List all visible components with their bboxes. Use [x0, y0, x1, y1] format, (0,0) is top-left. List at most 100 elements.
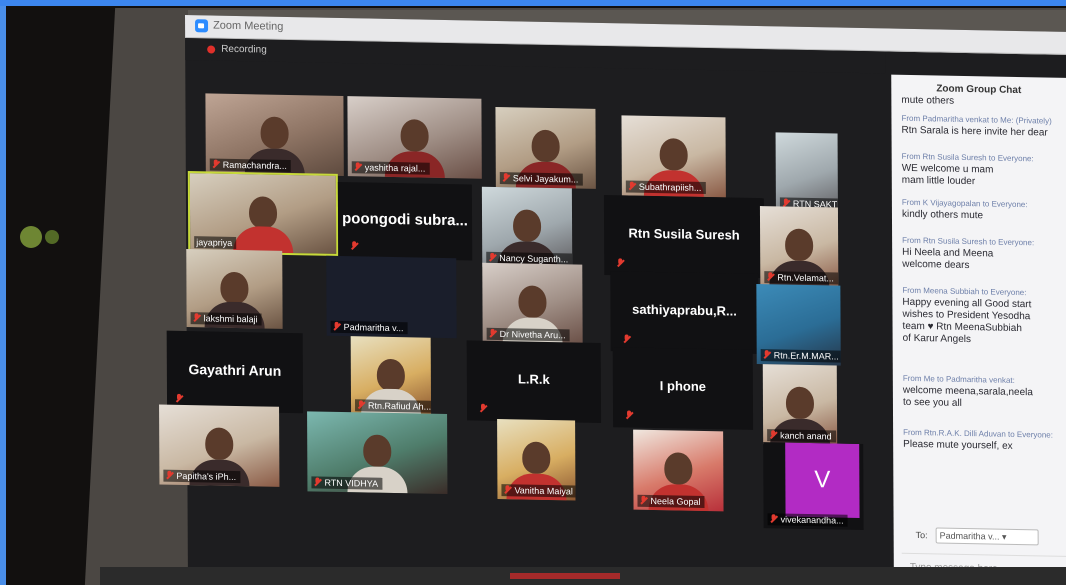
- background-object: [45, 230, 59, 244]
- participant-tile[interactable]: Dr Nivetha Aru...: [482, 262, 583, 345]
- participant-name: Padmaritha v...: [330, 320, 408, 335]
- zoom-app-icon: [195, 19, 209, 33]
- participant-tile[interactable]: Ramachandra...: [205, 93, 344, 177]
- participant-name-text: Rtn.Velamat...: [777, 272, 834, 284]
- participant-name: Neela Gopal: [637, 494, 705, 508]
- participant-name: vivekanandha...: [767, 513, 848, 527]
- mic-muted-icon: [479, 404, 487, 413]
- background-object: [20, 226, 42, 248]
- participant-tile[interactable]: Rtn.Velamat...: [759, 206, 839, 288]
- participant-name-text: Papitha's iPh...: [176, 470, 237, 482]
- participant-display-name: Rtn Susila Suresh: [628, 225, 740, 243]
- participant-name: Papitha's iPh...: [163, 469, 241, 484]
- participant-name: Dr Nivetha Aru...: [486, 327, 570, 342]
- window-title: Zoom Meeting: [213, 19, 284, 33]
- participant-tile[interactable]: L.R.k: [466, 340, 602, 423]
- participant-name-text: jayapriya: [196, 237, 233, 248]
- participant-name: Subathrapiish...: [625, 180, 706, 194]
- chat-recipient-dropdown[interactable]: Padmaritha v... ▾: [935, 527, 1039, 546]
- chat-message: From Padmaritha venkat to Me: (Privately…: [901, 113, 1066, 140]
- participant-tile[interactable]: Rtn.Er.M.MAR...: [756, 283, 841, 366]
- photo-frame: Zoom Meeting Recording Ramachandra... ya…: [0, 0, 1066, 585]
- participant-face: [659, 138, 688, 172]
- participant-face: [205, 427, 234, 461]
- participant-tile[interactable]: Vanitha Maiyal: [497, 418, 576, 501]
- mic-muted-icon: [313, 477, 321, 486]
- participant-tile[interactable]: Rtn.Rafiud Ah...: [350, 336, 432, 416]
- mic-muted-icon: [212, 160, 220, 169]
- participant-name: Vanitha Maiyal: [501, 484, 576, 498]
- participant-name: Rtn.Er.M.MAR...: [760, 349, 841, 363]
- participant-tile[interactable]: kanch anand: [762, 364, 838, 446]
- participant-body: [233, 225, 294, 254]
- chat-message-text: welcome meena,sarala,neela to see you al…: [902, 384, 1033, 409]
- participant-tile[interactable]: poongodi subra...: [337, 181, 473, 261]
- mic-muted-icon: [502, 173, 510, 182]
- participant-name-text: Subathrapiish...: [638, 181, 702, 193]
- participant-tile[interactable]: Papitha's iPh...: [159, 404, 280, 487]
- participant-face: [512, 209, 542, 243]
- chat-message: From Rtn Susila Suresh to Everyone: WE w…: [902, 151, 1066, 190]
- participant-tile[interactable]: sathiyaprabu,R...: [610, 271, 759, 355]
- participant-tile[interactable]: Gayathri Arun: [166, 330, 304, 414]
- participant-tile[interactable]: Padmaritha v...: [326, 255, 457, 339]
- participant-tile[interactable]: lakshmi balaji: [186, 249, 283, 329]
- mic-muted-icon: [175, 394, 183, 403]
- participant-face: [248, 196, 278, 229]
- participant-tile[interactable]: Subathrapiish...: [621, 115, 726, 198]
- participant-tile[interactable]: Rtn Susila Suresh: [603, 195, 765, 279]
- participant-face: [664, 452, 693, 486]
- mic-muted-icon: [639, 496, 647, 505]
- chat-message: From Meena Subbiah to Everyone: Happy ev…: [902, 285, 1066, 348]
- participant-display-name: Gayathri Arun: [188, 361, 282, 379]
- participant-name: lakshmi balaji: [190, 312, 262, 326]
- chat-message-text: Rtn Sarala is here invite her dear: [901, 124, 1048, 139]
- participant-name-text: vivekanandha...: [780, 514, 844, 526]
- participant-tile[interactable]: Neela Gopal: [633, 429, 724, 512]
- participant-display-name: L.R.k: [517, 371, 550, 388]
- chat-message-text: Happy evening all Good start wishes to P…: [902, 296, 1032, 346]
- mic-muted-icon: [488, 253, 496, 262]
- participant-tile[interactable]: RTN VIDHYA: [307, 411, 448, 495]
- record-icon: [207, 45, 216, 54]
- chat-message: From Rtn.R.A.K. Dilli Aduvan to Everyone…: [903, 427, 1066, 454]
- participant-name-text: Padmaritha v...: [343, 322, 404, 334]
- participant-tile[interactable]: I phone: [612, 347, 754, 430]
- chat-recipient-label: To:: [915, 530, 928, 541]
- chat-message: mute others: [901, 95, 1066, 110]
- mic-muted-icon: [625, 410, 633, 419]
- participant-name-text: kanch anand: [780, 430, 832, 442]
- participant-name-text: RTN VIDHYA: [324, 477, 379, 489]
- chat-message-text: mute others: [901, 94, 955, 107]
- chat-recipient-value: Padmaritha v...: [939, 530, 1000, 542]
- mic-muted-icon: [165, 471, 173, 480]
- mic-muted-icon: [333, 322, 341, 331]
- participant-tile[interactable]: yashitha rajal...: [347, 96, 482, 179]
- chat-message-text: Hi Neela and Meena welcome dears: [902, 246, 994, 272]
- participant-tile[interactable]: RTN SAKTHI A...: [775, 132, 838, 214]
- mic-muted-icon: [769, 430, 777, 439]
- participant-name-text: Rtn.Er.M.MAR...: [773, 350, 839, 362]
- mic-muted-icon: [350, 241, 358, 250]
- participant-tile-active-speaker[interactable]: jayapriya: [187, 171, 339, 256]
- taskbar: [100, 567, 1066, 585]
- mic-muted-icon: [354, 162, 362, 171]
- participant-name-text: Ramachandra...: [222, 159, 287, 171]
- participant-name: Ramachandra...: [209, 158, 291, 173]
- participant-face: [260, 116, 289, 150]
- participant-face: [522, 441, 551, 475]
- participant-tile[interactable]: Nancy Suganth...: [481, 186, 573, 269]
- participant-name-text: Dr Nivetha Aru...: [499, 329, 566, 341]
- mic-muted-icon: [616, 258, 624, 267]
- participant-name: kanch anand: [767, 429, 836, 443]
- chat-message-text: WE welcome u mam mam little louder: [901, 162, 994, 188]
- mic-muted-icon: [628, 182, 636, 191]
- participant-name: Selvi Jayakum...: [499, 172, 583, 186]
- participant-tile[interactable]: Selvi Jayakum...: [495, 106, 596, 189]
- chat-panel: Zoom Group Chat mute others From Padmari…: [891, 74, 1066, 585]
- chat-message-text: kindly others mute: [901, 208, 984, 222]
- participant-tile[interactable]: V vivekanandha...: [763, 442, 864, 531]
- mic-muted-icon: [489, 329, 497, 338]
- mic-muted-icon: [503, 485, 511, 494]
- participant-name: RTN VIDHYA: [311, 476, 383, 490]
